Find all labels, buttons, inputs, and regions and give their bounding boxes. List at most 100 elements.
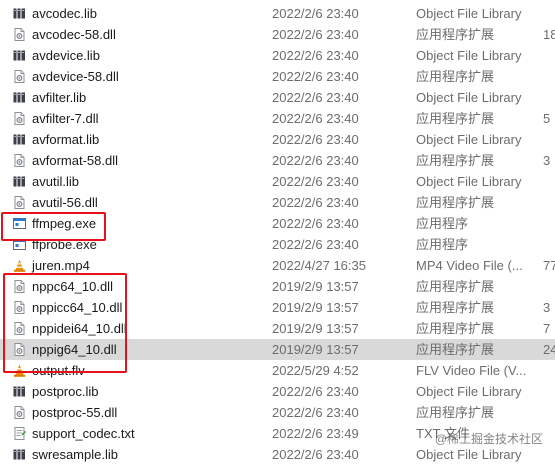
exe-icon xyxy=(13,238,26,251)
file-row-avformat-lib[interactable]: avformat.lib 2022/2/6 23:40 Object File Li… xyxy=(0,129,555,150)
vlc-cone-icon xyxy=(13,364,26,377)
file-type: 应用程序扩展 xyxy=(416,111,495,126)
file-row-avfilter-7-dll[interactable]: avfilter-7.dll 2022/2/6 23:40 应用程序扩展 5 xyxy=(0,108,555,129)
date-modified: 2022/4/27 16:35 xyxy=(272,258,366,273)
file-name: postproc.lib xyxy=(32,384,99,399)
file-name: nppidei64_10.dll xyxy=(32,321,127,336)
file-name: avfilter.lib xyxy=(32,90,87,105)
file-row-nppidei64-10-dll[interactable]: nppidei64_10.dll 2019/2/9 13:57 应用程序扩展 7 xyxy=(0,318,555,339)
lib-icon xyxy=(13,448,26,461)
file-row-avdevice-lib[interactable]: avdevice.lib 2022/2/6 23:40 Object File Li… xyxy=(0,45,555,66)
file-type: 应用程序扩展 xyxy=(416,153,495,168)
file-row-avdevice-58-dll[interactable]: avdevice-58.dll 2022/2/6 23:40 应用程序扩展 xyxy=(0,66,555,87)
file-type: 应用程序扩展 xyxy=(416,300,495,315)
file-type: 应用程序扩展 xyxy=(416,195,495,210)
file-size: 7 xyxy=(543,321,551,336)
file-size: 3 xyxy=(543,153,551,168)
file-type: 应用程序 xyxy=(416,237,469,252)
date-modified: 2022/2/6 23:40 xyxy=(272,237,359,252)
lib-icon xyxy=(13,49,26,62)
file-row-nppig64-10-dll[interactable]: nppig64_10.dll 2019/2/9 13:57 应用程序扩展 24 xyxy=(0,339,555,360)
date-modified: 2022/2/6 23:40 xyxy=(272,174,359,189)
file-row-avformat-58-dll[interactable]: avformat-58.dll 2022/2/6 23:40 应用程序扩展 3 xyxy=(0,150,555,171)
file-type: Object File Library xyxy=(416,132,522,147)
file-row-avcodec-58-dll[interactable]: avcodec-58.dll 2022/2/6 23:40 应用程序扩展 18 xyxy=(0,24,555,45)
file-name: nppc64_10.dll xyxy=(32,279,113,294)
file-type: 应用程序扩展 xyxy=(416,69,495,84)
date-modified: 2019/2/9 13:57 xyxy=(272,342,359,357)
dll-icon xyxy=(13,280,26,293)
lib-icon xyxy=(13,385,26,398)
file-row-postproc-55-dll[interactable]: postproc-55.dll 2022/2/6 23:40 应用程序扩展 xyxy=(0,402,555,423)
file-name: avfilter-7.dll xyxy=(32,111,99,126)
vlc-cone-icon xyxy=(13,259,26,272)
txt-file-icon xyxy=(13,427,26,440)
date-modified: 2022/5/29 4:52 xyxy=(272,363,359,378)
date-modified: 2022/2/6 23:40 xyxy=(272,384,359,399)
file-name: juren.mp4 xyxy=(32,258,90,273)
lib-icon xyxy=(13,7,26,20)
file-size: 24 xyxy=(543,342,555,357)
date-modified: 2022/2/6 23:40 xyxy=(272,132,359,147)
file-name: nppicc64_10.dll xyxy=(32,300,123,315)
file-name: avutil.lib xyxy=(32,174,79,189)
file-size: 77 xyxy=(543,258,555,273)
file-type: 应用程序扩展 xyxy=(416,27,495,42)
date-modified: 2022/2/6 23:40 xyxy=(272,153,359,168)
file-row-nppicc64-10-dll[interactable]: nppicc64_10.dll 2019/2/9 13:57 应用程序扩展 3 xyxy=(0,297,555,318)
file-row-avutil-56-dll[interactable]: avutil-56.dll 2022/2/6 23:40 应用程序扩展 xyxy=(0,192,555,213)
file-type: 应用程序扩展 xyxy=(416,321,495,336)
date-modified: 2019/2/9 13:57 xyxy=(272,300,359,315)
file-size: 18 xyxy=(543,27,555,42)
file-name: avformat.lib xyxy=(32,132,100,147)
file-name: nppig64_10.dll xyxy=(32,342,117,357)
file-type: MP4 Video File (... xyxy=(416,258,523,273)
file-row-postproc-lib[interactable]: postproc.lib 2022/2/6 23:40 Object File Li… xyxy=(0,381,555,402)
file-size: 5 xyxy=(543,111,551,126)
dll-icon xyxy=(13,301,26,314)
date-modified: 2022/2/6 23:40 xyxy=(272,27,359,42)
date-modified: 2022/2/6 23:40 xyxy=(272,6,359,21)
file-name: ffprobe.exe xyxy=(32,237,97,252)
date-modified: 2022/2/6 23:40 xyxy=(272,195,359,210)
dll-icon xyxy=(13,70,26,83)
file-row-output-flv[interactable]: output.flv 2022/5/29 4:52 FLV Video File (… xyxy=(0,360,555,381)
file-name: avdevice.lib xyxy=(32,48,100,63)
file-name: avformat-58.dll xyxy=(32,153,118,168)
file-name: avcodec.lib xyxy=(32,6,98,21)
lib-icon xyxy=(13,91,26,104)
date-modified: 2022/2/6 23:40 xyxy=(272,111,359,126)
file-row-nppc64-10-dll[interactable]: nppc64_10.dll 2019/2/9 13:57 应用程序扩展 xyxy=(0,276,555,297)
file-name: support_codec.txt xyxy=(32,426,135,441)
file-type: Object File Library xyxy=(416,6,522,21)
date-modified: 2022/2/6 23:40 xyxy=(272,216,359,231)
dll-icon xyxy=(13,28,26,41)
file-row-avcodec-lib[interactable]: avcodec.lib 2022/2/6 23:40 Object File Lib… xyxy=(0,3,555,24)
date-modified: 2019/2/9 13:57 xyxy=(272,321,359,336)
file-name: output.flv xyxy=(32,363,85,378)
date-modified: 2022/2/6 23:40 xyxy=(272,48,359,63)
file-type: Object File Library xyxy=(416,174,522,189)
lib-icon xyxy=(13,175,26,188)
dll-icon xyxy=(13,322,26,335)
dll-icon xyxy=(13,154,26,167)
file-type: Object File Library xyxy=(416,48,522,63)
dll-icon xyxy=(13,406,26,419)
date-modified: 2022/2/6 23:40 xyxy=(272,69,359,84)
file-name: ffmpeg.exe xyxy=(32,216,97,231)
file-type: Object File Library xyxy=(416,384,522,399)
file-row-avfilter-lib[interactable]: avfilter.lib 2022/2/6 23:40 Object File Li… xyxy=(0,87,555,108)
file-type: 应用程序 xyxy=(416,216,469,231)
file-row-juren-mp4[interactable]: juren.mp4 2022/4/27 16:35 MP4 Video File (… xyxy=(0,255,555,276)
file-row-ffmpeg-exe[interactable]: ffmpeg.exe 2022/2/6 23:40 应用程序 xyxy=(0,213,555,234)
date-modified: 2022/2/6 23:40 xyxy=(272,405,359,420)
file-name: avutil-56.dll xyxy=(32,195,98,210)
file-row-avutil-lib[interactable]: avutil.lib 2022/2/6 23:40 Object File Libr… xyxy=(0,171,555,192)
file-type: 应用程序扩展 xyxy=(416,342,495,357)
file-type: 应用程序扩展 xyxy=(416,405,495,420)
date-modified: 2022/2/6 23:49 xyxy=(272,426,359,441)
watermark: @稀土掘金技术社区 xyxy=(434,432,543,446)
date-modified: 2022/2/6 23:40 xyxy=(272,90,359,105)
file-row-ffprobe-exe[interactable]: ffprobe.exe 2022/2/6 23:40 应用程序 xyxy=(0,234,555,255)
file-list: avcodec.lib 2022/2/6 23:40 Object File Lib… xyxy=(0,0,555,462)
